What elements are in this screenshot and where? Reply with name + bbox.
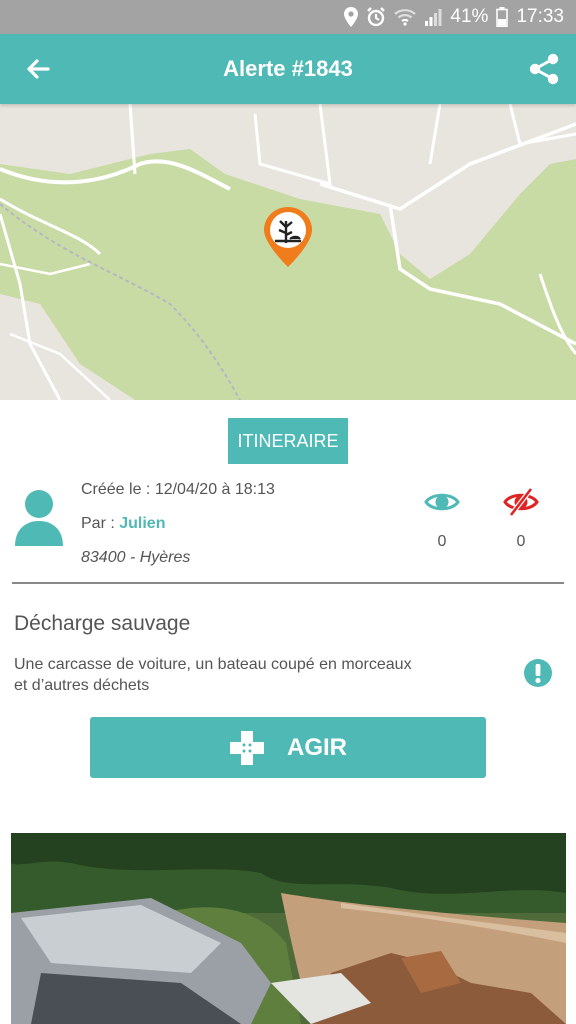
alert-description: Une carcasse de voiture, un bateau coupé…: [14, 656, 412, 694]
itinerary-button[interactable]: ITINERAIRE: [228, 418, 348, 464]
avatar: [15, 490, 63, 546]
author-line: Par : Julien: [81, 515, 165, 533]
page-title: Alerte #1843: [223, 56, 353, 81]
app-bar: Alerte #1843: [0, 34, 576, 104]
alarm-icon: [367, 7, 386, 27]
author-prefix: Par :: [81, 515, 120, 532]
share-icon[interactable]: [526, 51, 562, 87]
location-label: 83400 - Hyères: [81, 549, 191, 566]
wifi-icon: [394, 9, 417, 26]
eye-slash-icon[interactable]: [503, 488, 539, 516]
battery-percentage: 41%: [450, 6, 489, 27]
bandage-plus-icon: [230, 730, 264, 765]
hidden-count: 0: [516, 533, 526, 550]
clock: 17:33: [516, 6, 564, 27]
photo-icon: [11, 833, 566, 1024]
battery-icon: [496, 7, 509, 27]
act-button-label: AGIR: [287, 733, 347, 761]
exclamation-circle-icon[interactable]: [523, 658, 553, 688]
signal-icon: [425, 9, 442, 26]
alert-photo[interactable]: [11, 833, 566, 1024]
views-count: 0: [437, 533, 447, 550]
act-button[interactable]: AGIR: [90, 717, 486, 778]
divider: [12, 582, 564, 584]
pollution-marker-icon[interactable]: [262, 205, 314, 269]
alert-category: Décharge sauvage: [14, 612, 191, 635]
map-view[interactable]: [0, 104, 576, 400]
creation-date: Créée le : 12/04/20 à 18:13: [81, 481, 275, 498]
eye-icon[interactable]: [424, 488, 460, 516]
status-bar: 41% 17:33: [0, 0, 576, 34]
author-name[interactable]: Julien: [119, 515, 165, 532]
location-icon: [344, 7, 359, 27]
